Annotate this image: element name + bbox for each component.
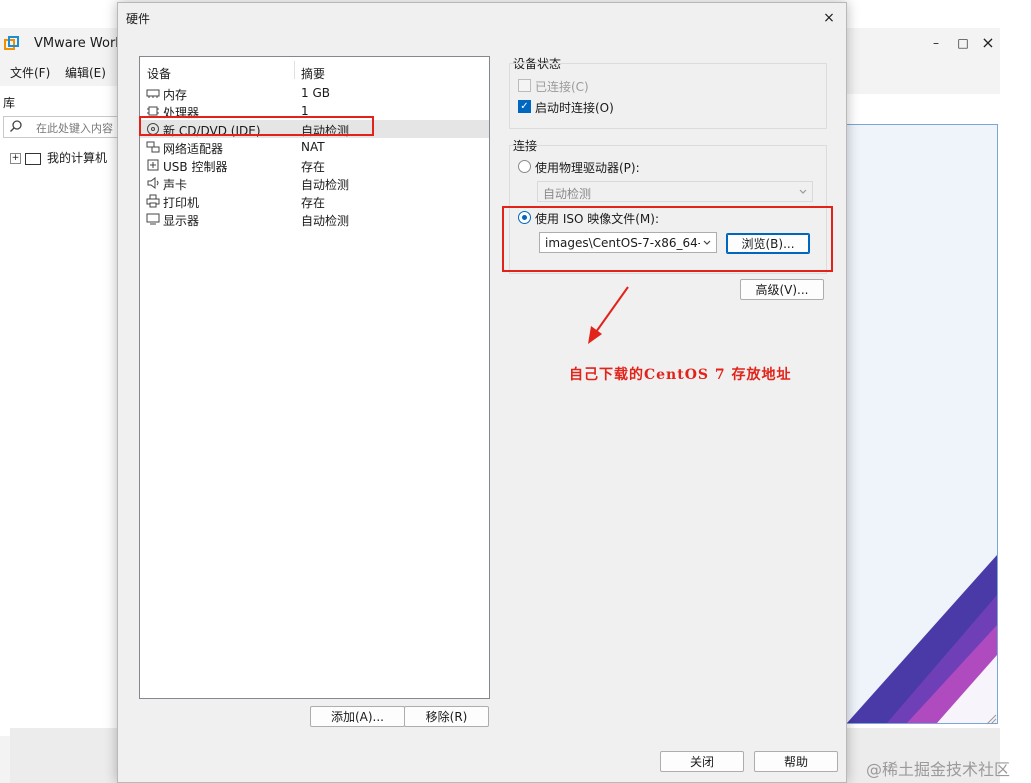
maximize-icon[interactable]: □ (953, 33, 973, 53)
column-header-summary[interactable]: 摘要 (301, 65, 325, 82)
annotation-arrow-icon (588, 286, 629, 344)
home-banner (846, 124, 998, 724)
search-placeholder: 在此处键入内容 (36, 122, 113, 135)
device-row-display[interactable]: 显示器 自动检测 (140, 210, 489, 228)
dialog-title: 硬件 (126, 12, 151, 26)
menu-edit[interactable]: 编辑(E) (65, 64, 106, 81)
network-adapter-icon (146, 141, 160, 153)
column-divider[interactable] (294, 61, 295, 79)
menu-file[interactable]: 文件(F) (10, 64, 50, 81)
close-dialog-button[interactable]: 关闭 (660, 751, 744, 772)
resize-grip-icon[interactable] (985, 713, 997, 725)
help-button[interactable]: 帮助 (754, 751, 838, 772)
library-title: 库 (3, 96, 16, 110)
physical-drive-radio[interactable] (518, 160, 531, 173)
library-search-input[interactable]: 在此处键入内容 (3, 116, 135, 138)
device-name: 声卡 (163, 178, 188, 192)
device-summary: 自动检测 (301, 178, 350, 192)
usb-controller-icon (147, 159, 159, 171)
device-summary: 自动检测 (301, 214, 350, 228)
column-header-device[interactable]: 设备 (147, 65, 171, 82)
device-row-printer[interactable]: 打印机 存在 (140, 192, 489, 210)
advanced-button[interactable]: 高级(V)... (740, 279, 824, 300)
device-list-header: 设备 摘要 (140, 57, 489, 82)
connect-at-power-on-checkbox[interactable]: ✓ (518, 100, 531, 113)
minimize-icon[interactable]: – (926, 33, 946, 53)
connected-checkbox[interactable] (518, 79, 531, 92)
cd-dvd-highlight-box (139, 116, 374, 136)
device-summary: NAT (301, 140, 325, 154)
vmware-logo-icon (4, 36, 19, 50)
device-status-group (509, 63, 827, 129)
memory-icon (146, 89, 160, 98)
device-name: USB 控制器 (163, 160, 228, 174)
physical-drive-value: 自动检测 (543, 187, 592, 201)
device-summary: 存在 (301, 160, 326, 174)
chevron-down-icon (799, 189, 807, 194)
remove-device-button[interactable]: 移除(R) (404, 706, 489, 727)
hardware-dialog: 硬件 × 设备 摘要 内存 1 GB 处理器 1 新 CD/DVD (IDE) … (117, 2, 847, 783)
device-summary: 存在 (301, 196, 326, 210)
device-row-network-adapter[interactable]: 网络适配器 NAT (140, 138, 489, 156)
device-list[interactable]: 设备 摘要 内存 1 GB 处理器 1 新 CD/DVD (IDE) 自动检测 … (139, 56, 490, 699)
close-icon[interactable]: × (978, 33, 998, 53)
device-row-memory[interactable]: 内存 1 GB (140, 84, 489, 102)
dialog-close-icon[interactable]: × (818, 7, 840, 29)
sound-card-icon (147, 177, 159, 189)
connected-label: 已连接(C) (535, 80, 589, 94)
add-device-button[interactable]: 添加(A)... (310, 706, 405, 727)
vmware-title: VMware Work (34, 36, 123, 51)
device-name: 显示器 (163, 214, 200, 228)
display-icon (146, 213, 160, 225)
expand-icon[interactable]: + (10, 153, 21, 164)
tree-item-label: 我的计算机 (47, 151, 108, 165)
computer-icon (25, 152, 41, 165)
library-panel: 库 在此处键入内容 + 我的计算机 (0, 86, 135, 736)
banner-graphic (847, 555, 997, 723)
tree-item-my-computer[interactable]: + 我的计算机 (10, 149, 107, 166)
physical-drive-label: 使用物理驱动器(P): (535, 161, 640, 175)
device-row-sound-card[interactable]: 声卡 自动检测 (140, 174, 489, 192)
device-summary: 1 GB (301, 86, 330, 100)
device-name: 打印机 (163, 196, 200, 210)
device-name: 网络适配器 (163, 142, 224, 156)
iso-highlight-box (502, 206, 833, 272)
watermark: @稀土掘金技术社区 (866, 760, 1011, 779)
search-icon (10, 120, 22, 132)
physical-drive-select: 自动检测 (537, 181, 813, 202)
device-row-usb-controller[interactable]: USB 控制器 存在 (140, 156, 489, 174)
annotation-text: 自己下载的CentOS 7 存放地址 (569, 367, 792, 383)
printer-icon (146, 194, 160, 208)
device-name: 内存 (163, 88, 188, 102)
connect-at-power-on-label: 启动时连接(O) (535, 101, 614, 115)
